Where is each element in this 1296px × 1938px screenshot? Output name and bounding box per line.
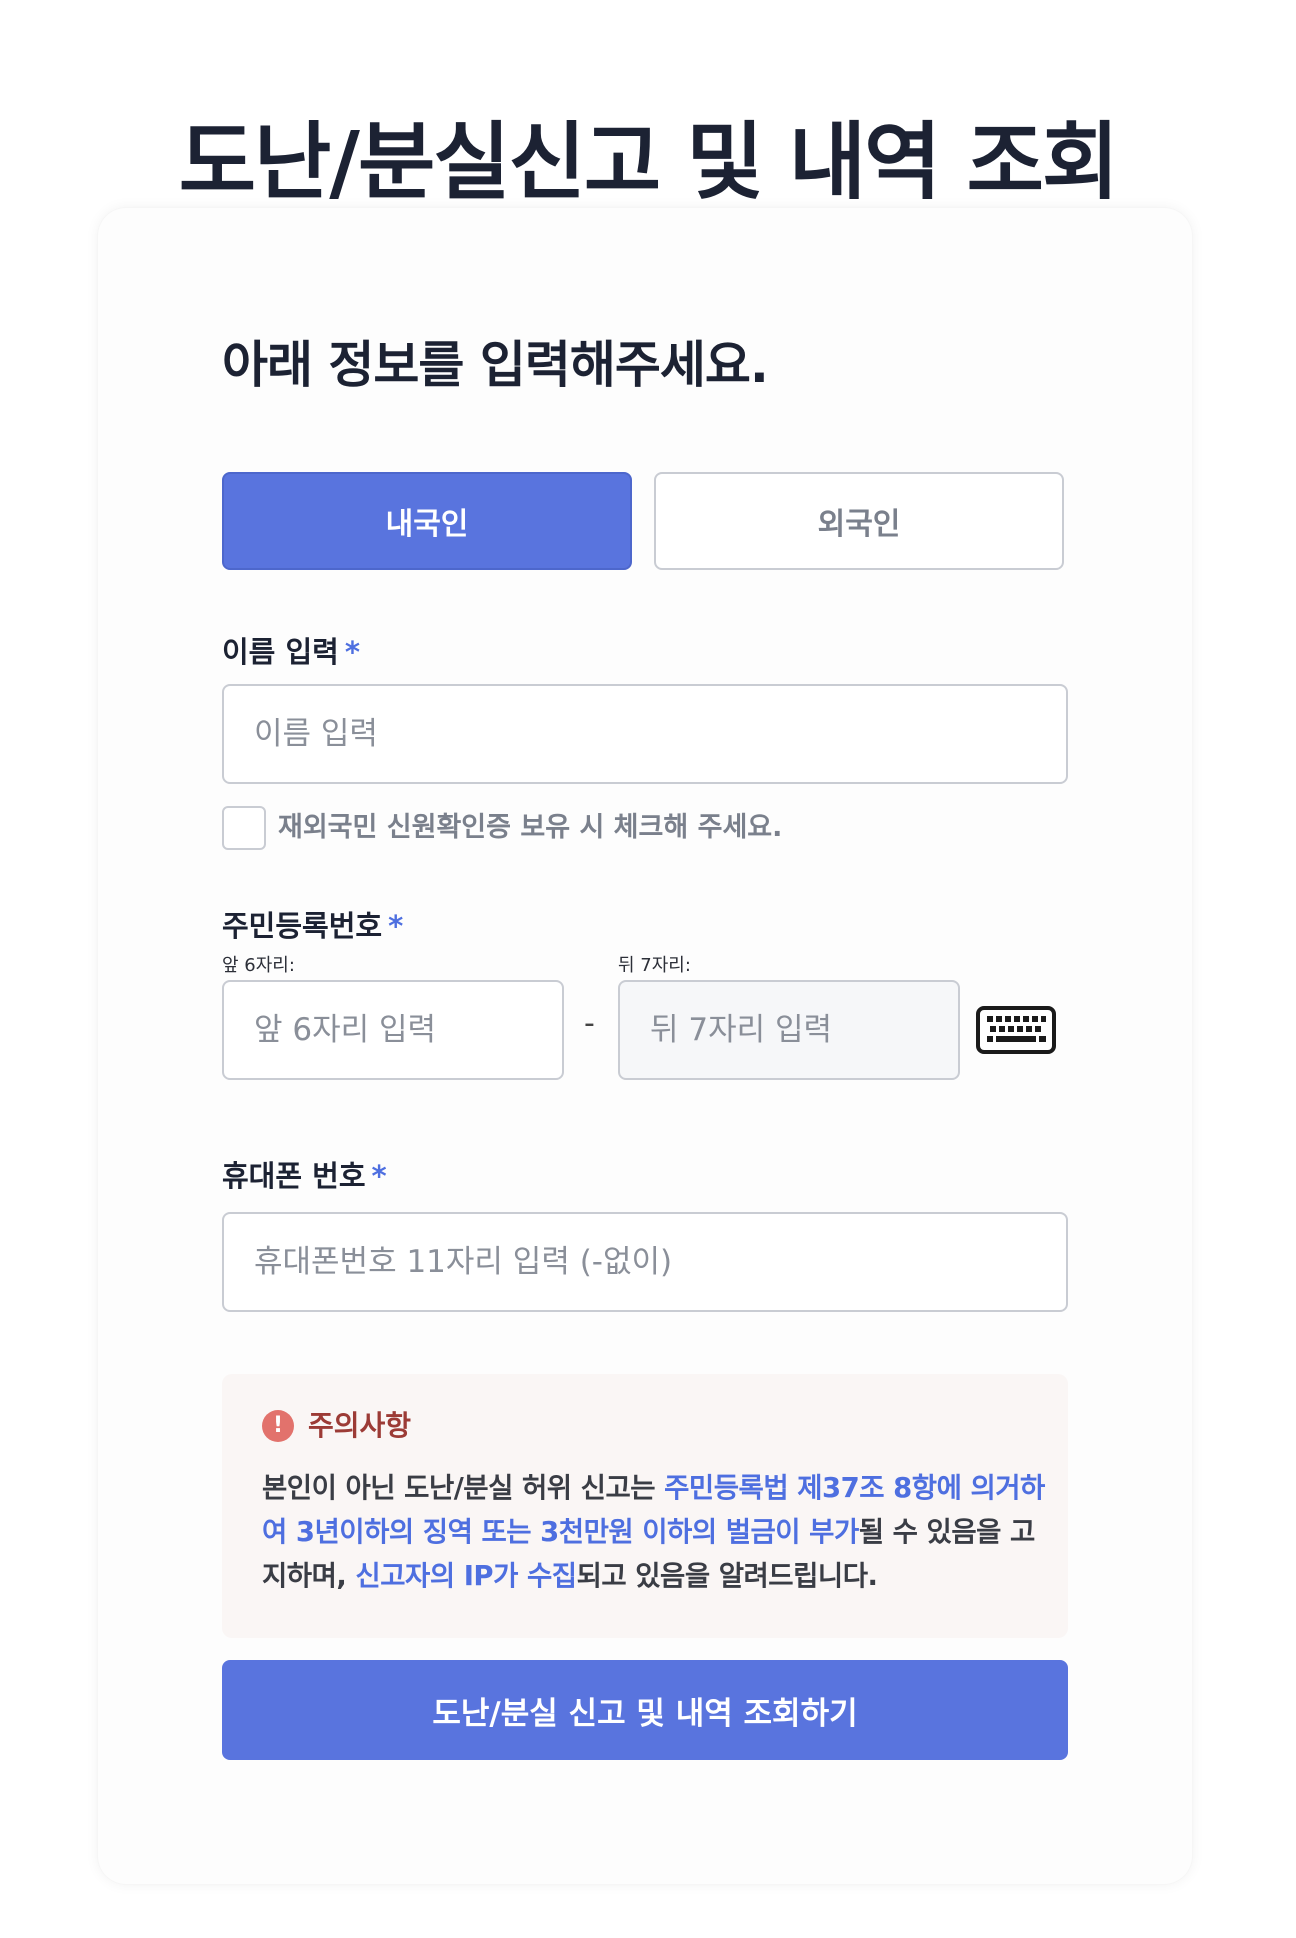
name-input[interactable] xyxy=(222,684,1068,784)
phone-label-text: 휴대폰 번호 xyxy=(222,1159,366,1193)
tab-foreigner-label: 외국인 xyxy=(817,507,901,542)
phone-label: 휴대폰 번호 * xyxy=(222,1156,387,1196)
required-mark: * xyxy=(371,1159,387,1193)
overseas-checkbox-label: 재외국민 신원확인증 보유 시 체크해 주세요. xyxy=(278,812,783,843)
keyboard-icon[interactable] xyxy=(976,1006,1056,1054)
alert-icon: ! xyxy=(262,1410,294,1442)
overseas-checkbox[interactable] xyxy=(222,806,266,850)
form-heading: 아래 정보를 입력해주세요. xyxy=(222,336,769,394)
notice-text: 본인이 아닌 도난/분실 허위 신고는 주민등록법 제37조 8항에 의거하여 … xyxy=(262,1466,1048,1598)
name-label-text: 이름 입력 xyxy=(222,635,339,669)
required-mark: * xyxy=(388,909,404,943)
phone-input[interactable] xyxy=(222,1212,1068,1312)
rrn-front-input[interactable] xyxy=(222,980,564,1080)
notice-highlight-2: 신고자의 IP가 수집 xyxy=(355,1560,577,1592)
notice-title: 주의사항 xyxy=(308,1409,412,1442)
notice-text-1: 본인이 아닌 도난/분실 허위 신고는 xyxy=(262,1472,665,1504)
rrn-label-text: 주민등록번호 xyxy=(222,909,383,943)
page-title: 도난/분실신고 및 내역 조회 xyxy=(178,113,1120,212)
rrn-back-label: 뒤 7자리: xyxy=(618,955,691,976)
required-mark: * xyxy=(344,635,360,669)
tab-domestic[interactable]: 내국인 xyxy=(222,472,632,570)
submit-button[interactable]: 도난/분실 신고 및 내역 조회하기 xyxy=(222,1660,1068,1760)
rrn-back-input[interactable] xyxy=(618,980,960,1080)
rrn-front-label: 앞 6자리: xyxy=(222,955,295,976)
notice-text-3: 되고 있음을 알려드립니다. xyxy=(576,1560,878,1592)
tab-foreigner[interactable]: 외국인 xyxy=(654,472,1064,570)
tab-domestic-label: 내국인 xyxy=(385,507,469,542)
name-label: 이름 입력 * xyxy=(222,632,360,672)
notice-box: ! 주의사항 본인이 아닌 도난/분실 허위 신고는 주민등록법 제37조 8항… xyxy=(222,1374,1068,1638)
rrn-label: 주민등록번호 * xyxy=(222,906,403,946)
rrn-separator: - xyxy=(584,1006,595,1041)
